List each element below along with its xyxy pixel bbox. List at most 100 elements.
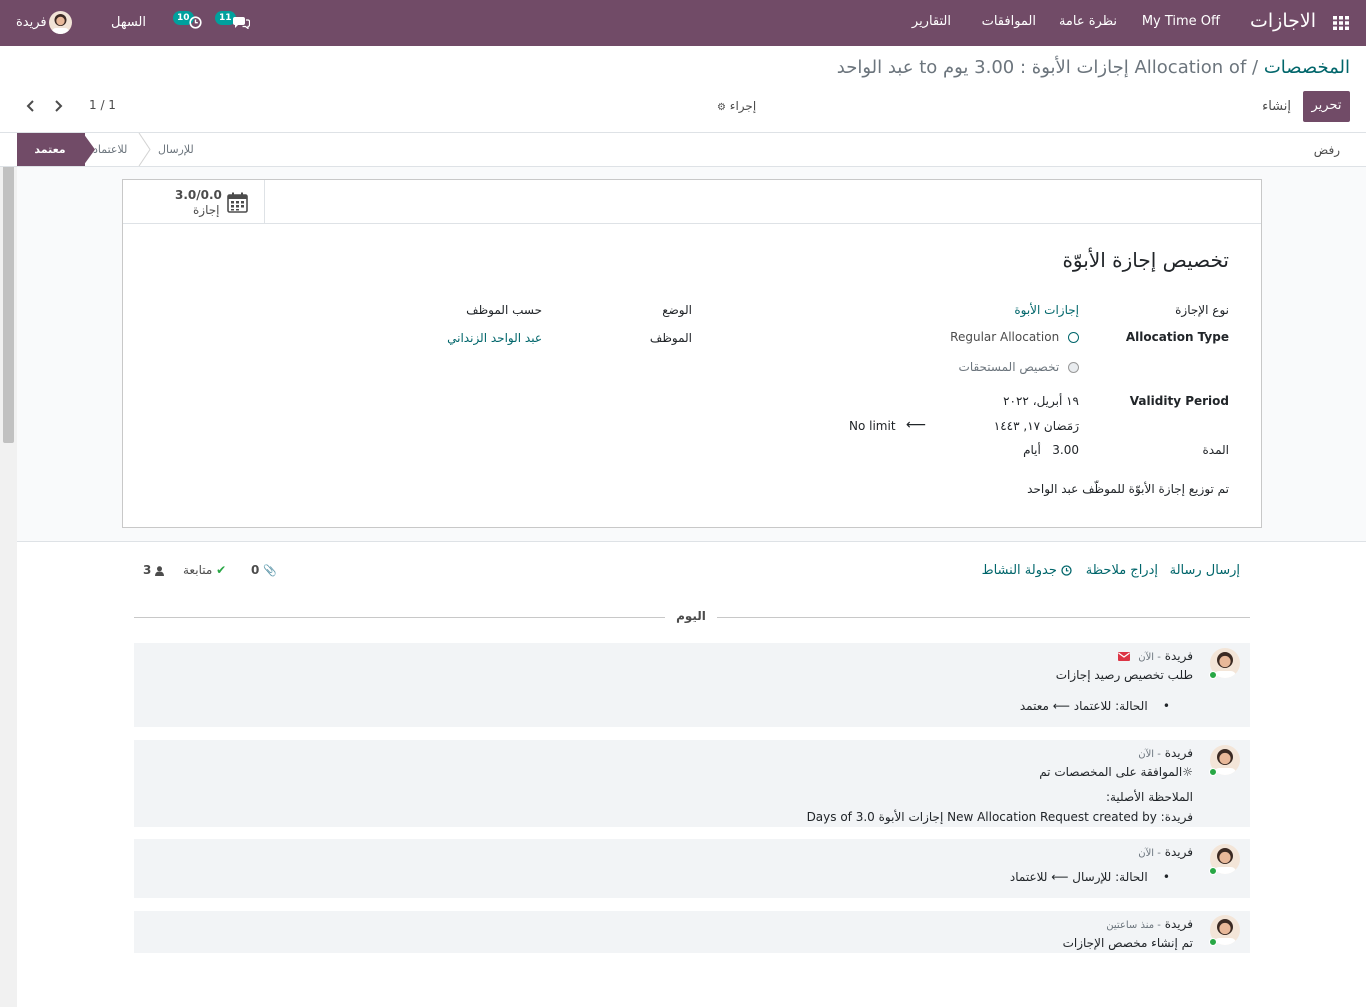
original-note-label: الملاحظة الأصلية:	[1105, 790, 1193, 804]
company-switcher[interactable]: السهل	[111, 15, 146, 30]
leave-type-label: نوع الإجازة	[1175, 303, 1229, 317]
radio-regular-label: Regular Allocation	[950, 330, 1060, 344]
employee-label: الموظف	[649, 331, 692, 345]
follow-button[interactable]: متابعة ✔	[183, 563, 226, 577]
radio-accrual-circle[interactable]	[1068, 362, 1079, 373]
tracking-value: • الحالة: للاعتماد ⟵ معتمد	[1020, 699, 1170, 713]
gear-icon: ⚙	[717, 102, 726, 113]
today-label: اليوم	[676, 609, 706, 623]
original-note-text: فريدة: New Allocation Request created by…	[806, 810, 1193, 824]
online-status-dot	[1209, 671, 1217, 679]
refuse-button[interactable]: رفض	[1314, 143, 1340, 157]
message-author[interactable]: فريدة - الآن	[1138, 845, 1193, 859]
today-divider-line	[134, 617, 665, 618]
schedule-activity-button[interactable]: جدولة النشاط	[982, 563, 1072, 578]
allocation-type-label: Allocation Type	[1125, 330, 1229, 344]
date-to-value[interactable]: No limit	[849, 419, 896, 433]
author-name: فريدة	[1164, 917, 1193, 931]
today-divider-line	[717, 617, 1250, 618]
menu-reporting[interactable]: التقارير	[912, 14, 951, 29]
calendar-icon	[227, 192, 248, 213]
validity-period-label: Validity Period	[1129, 394, 1229, 408]
followers-count: 3	[143, 563, 152, 577]
menu-overview[interactable]: نظرة عامة	[1059, 14, 1117, 29]
activity-systray[interactable]: 10	[172, 10, 206, 34]
employee-value[interactable]: عبد الواحد الزنداني	[447, 331, 542, 345]
mode-label: الوضع	[662, 303, 692, 317]
online-status-dot	[1209, 938, 1217, 946]
mode-value[interactable]: حسب الموظف	[466, 303, 542, 317]
messaging-systray[interactable]: 11	[213, 10, 251, 34]
radio-regular-allocation[interactable]: Regular Allocation	[950, 330, 1079, 344]
menu-my-time-off[interactable]: My Time Off	[1142, 14, 1220, 29]
message-timestamp: - منذ ساعتين	[1106, 920, 1161, 931]
smart-button-label: إجازة	[193, 203, 220, 217]
tracking-value: • الحالة: للإرسال ⟵ للاعتماد	[1010, 870, 1170, 884]
message-text: الموافقة على المخصصات تم	[1039, 765, 1183, 779]
stage-to-approve[interactable]: للاعتماد	[93, 133, 127, 166]
author-name: فريدة	[1164, 845, 1193, 859]
tracking-text: الحالة: للاعتماد ⟵ معتمد	[1019, 699, 1148, 713]
user-menu-name[interactable]: فريدة	[16, 15, 47, 30]
pager-previous-icon[interactable]	[26, 100, 36, 115]
user-avatar[interactable]	[49, 11, 72, 34]
paperclip-icon: 📎	[263, 564, 277, 577]
radio-accrual-allocation[interactable]: تخصيص المستحقات	[959, 360, 1079, 374]
duration-label: المدة	[1202, 443, 1229, 457]
bullet-icon: •	[1162, 870, 1170, 884]
app-title[interactable]: الاجازات	[1250, 10, 1316, 32]
leave-type-value[interactable]: إجازات الأبوة	[1014, 303, 1079, 317]
message-author[interactable]: فريدة - الآن	[1138, 746, 1193, 760]
chatter-message: فريدة - الآن طلب تخصيص رصيد إجازات • الح…	[134, 643, 1250, 727]
smart-button-value: 3.0/0.0	[175, 188, 222, 202]
sun-icon: ☼	[1182, 765, 1193, 779]
message-author[interactable]: فريدة - الآن	[1118, 649, 1193, 663]
stage-approved[interactable]: معتمد	[17, 133, 95, 166]
log-note-button[interactable]: إدراج ملاحظة	[1086, 563, 1158, 578]
statusbar: رفض معتمد للاعتماد للإرسال	[0, 132, 1366, 167]
form-title: تخصيص إجازة الأبوّة	[1062, 248, 1229, 272]
chatter-message: فريدة - الآن ☼الموافقة على المخصصات تم ا…	[134, 740, 1250, 827]
stage-to-submit[interactable]: للإرسال	[158, 133, 194, 166]
duration-number: 3.00	[1052, 443, 1079, 457]
page-scrollbar[interactable]	[0, 133, 17, 1007]
tracking-text: الحالة: للإرسال ⟵ للاعتماد	[1009, 870, 1148, 884]
chat-icon	[233, 17, 250, 29]
follow-label: متابعة	[183, 563, 213, 577]
pager-next-icon[interactable]	[53, 100, 63, 115]
create-button[interactable]: إنشاء	[1262, 99, 1291, 114]
pager-value[interactable]: 1 / 1	[89, 98, 116, 112]
date-range-arrow-icon: ⟵	[906, 417, 927, 433]
author-name: فريدة	[1164, 746, 1193, 760]
breadcrumb-parent[interactable]: المخصصات	[1264, 57, 1350, 78]
bullet-icon: •	[1162, 699, 1170, 713]
duration-unit: أيام	[1023, 443, 1041, 457]
attachments-button[interactable]: 0 📎	[251, 563, 277, 577]
radio-accrual-label: تخصيص المستحقات	[958, 360, 1060, 374]
chatter-message: فريدة - منذ ساعتين تم إنشاء مخصص الإجازا…	[134, 911, 1250, 953]
clock-icon	[1061, 565, 1072, 576]
form-sheet: 3.0/0.0 إجازة تخصيص إجازة الأبوّة نوع ال…	[122, 179, 1262, 528]
scrollbar-thumb[interactable]	[3, 150, 14, 443]
online-status-dot	[1209, 768, 1217, 776]
message-body: تم إنشاء مخصص الإجازات	[1062, 936, 1193, 950]
breadcrumb-current: Allocation of إجازات الأبوة : 3.00 يوم t…	[836, 57, 1247, 78]
message-timestamp: - الآن	[1138, 652, 1161, 663]
edit-button[interactable]: تحرير	[1303, 91, 1350, 122]
user-icon	[155, 565, 165, 576]
attachments-count: 0	[251, 563, 260, 577]
allocation-note[interactable]: تم توزيع إجازة الأبوّة للموظّف عبد الواح…	[1027, 482, 1229, 496]
duration-value[interactable]: 3.00 أيام	[1023, 443, 1079, 457]
followers-button[interactable]: 3	[143, 563, 165, 577]
time-off-smart-button[interactable]: 3.0/0.0 إجازة	[123, 180, 265, 223]
action-menu[interactable]: ⚙ إجراء	[717, 99, 756, 113]
date-from-value[interactable]: ١٩ أبريل، ٢٠٢٢	[1003, 394, 1079, 408]
send-message-button[interactable]: إرسال رسالة	[1170, 563, 1240, 578]
radio-regular-circle[interactable]	[1068, 332, 1079, 343]
message-author[interactable]: فريدة - منذ ساعتين	[1106, 917, 1193, 931]
apps-menu-icon[interactable]	[1333, 16, 1349, 30]
menu-approvals[interactable]: الموافقات	[982, 14, 1036, 29]
envelope-icon	[1118, 652, 1131, 661]
message-body: ☼الموافقة على المخصصات تم	[1039, 765, 1193, 779]
stage-separator	[138, 133, 151, 166]
